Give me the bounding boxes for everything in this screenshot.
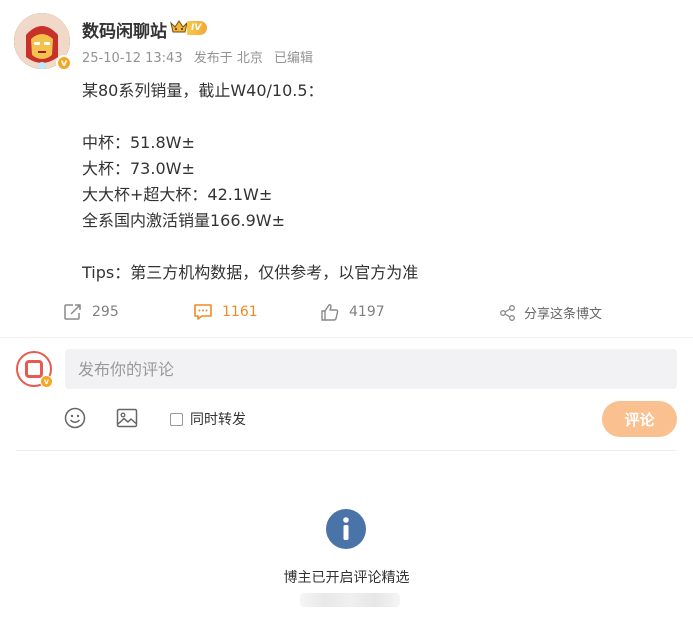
post-line: 大大杯+超大杯：42.1W± [82, 185, 273, 204]
post-location: 发布于 北京 [193, 51, 263, 66]
repost-checkbox-label: 同时转发 [190, 412, 246, 428]
post-line [82, 234, 418, 260]
author-name[interactable]: 数码闲聊站 [82, 17, 167, 42]
comment-button[interactable]: 1161 [193, 303, 258, 321]
emoji-button[interactable] [64, 407, 86, 433]
repost-count: 295 [92, 304, 119, 320]
author-avatar[interactable]: v [14, 13, 72, 71]
thumbs-up-icon [321, 304, 339, 321]
post-line [82, 104, 418, 130]
post-meta: 25-10-12 13:43 发布于 北京 已编辑 [82, 47, 320, 66]
post-line: 大杯：73.0W± [82, 159, 195, 178]
level-badge: IV [187, 21, 208, 35]
comment-curation-notice: 博主已开启评论精选 [283, 570, 410, 586]
share-icon [500, 304, 515, 321]
repost-button[interactable]: 295 [63, 303, 119, 321]
edited-label[interactable]: 已编辑 [274, 51, 313, 66]
post-line: 某80系列销量，截止W40/10.5： [82, 81, 324, 100]
share-button[interactable]: 分享这条博文 [499, 303, 602, 322]
repost-icon [64, 304, 81, 320]
comment-icon [194, 304, 212, 320]
post-body: 某80系列销量，截止W40/10.5： 中杯：51.8W± 大杯：73.0W± … [82, 78, 418, 286]
checkbox-box[interactable] [170, 412, 183, 426]
repost-checkbox[interactable]: 同时转发 [170, 409, 246, 429]
action-bar: 295 1161 4197 分享这条博文 [0, 303, 693, 327]
emoji-icon [64, 407, 86, 429]
divider [0, 337, 693, 338]
like-button[interactable]: 4197 [320, 303, 385, 321]
info-icon [326, 509, 366, 549]
divider [16, 450, 677, 451]
post-time[interactable]: 25-10-12 13:43 [82, 51, 183, 66]
post-line: 中杯：51.8W± [82, 133, 195, 152]
share-label: 分享这条博文 [524, 307, 603, 322]
like-count: 4197 [349, 304, 385, 320]
submit-comment-button[interactable]: 评论 [602, 401, 677, 437]
image-icon [116, 408, 138, 428]
loading-placeholder [300, 593, 400, 607]
comment-count: 1161 [222, 304, 258, 320]
my-avatar[interactable]: v [16, 351, 53, 388]
post-line: 全系国内激活销量166.9W± [82, 211, 286, 230]
comment-input[interactable] [65, 349, 677, 389]
post-line: Tips：第三方机构数据，仅供参考，以官方为准 [82, 263, 419, 282]
image-button[interactable] [116, 407, 138, 433]
verified-badge: v [56, 55, 72, 71]
crown-icon [170, 20, 188, 33]
verified-badge: v [40, 375, 53, 388]
